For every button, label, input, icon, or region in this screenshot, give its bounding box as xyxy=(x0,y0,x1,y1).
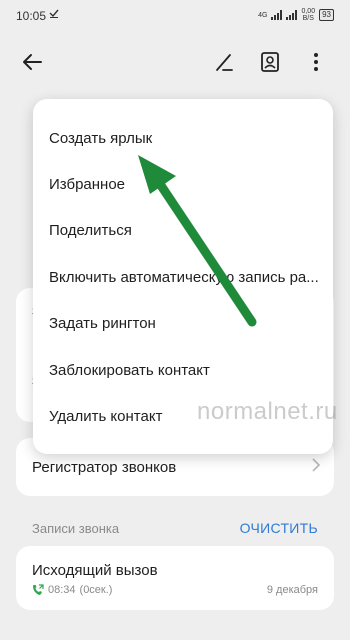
back-button[interactable] xyxy=(14,44,50,80)
menu-item-share[interactable]: Поделиться xyxy=(33,208,333,254)
network-speed-unit: B/S xyxy=(302,15,314,22)
arrow-left-icon xyxy=(23,54,42,70)
chevron-right-icon xyxy=(312,458,321,477)
app-bar xyxy=(0,40,350,84)
signal-icon xyxy=(286,10,298,20)
battery-icon: 93 xyxy=(319,9,334,21)
contact-card-button[interactable] xyxy=(252,44,288,80)
network-type: 4G xyxy=(258,11,268,19)
menu-item-auto-record[interactable]: Включить автоматическую запись ра... xyxy=(33,254,333,300)
watermark: normalnet.ru xyxy=(197,398,338,425)
menu-item-create-shortcut[interactable]: Создать ярлык xyxy=(33,115,333,161)
download-check-icon xyxy=(49,7,59,21)
status-indicators: 4G 0,00 B/S 93 xyxy=(258,8,334,22)
menu-item-block-contact[interactable]: Заблокировать контакт xyxy=(33,347,333,393)
more-options-button[interactable] xyxy=(298,44,334,80)
clear-button[interactable]: ОЧИСТИТЬ xyxy=(240,520,318,536)
menu-item-favorites[interactable]: Избранное xyxy=(33,161,333,207)
edit-icon xyxy=(216,54,233,71)
call-date: 9 декабря xyxy=(266,584,318,596)
signal-icon xyxy=(271,10,283,20)
network-speed-value: 0,00 xyxy=(301,8,316,15)
edit-button[interactable] xyxy=(206,44,242,80)
network-speed: 0,00 B/S xyxy=(301,8,315,22)
call-duration: (0сек.) xyxy=(79,584,113,596)
menu-item-set-ringtone[interactable]: Задать рингтон xyxy=(33,301,333,347)
outgoing-call-icon xyxy=(33,584,44,595)
contact-card-icon xyxy=(261,52,279,72)
call-record-title: Исходящий вызов xyxy=(32,562,158,579)
call-record-item[interactable]: Исходящий вызов 08:34 (0сек.) 9 декабря xyxy=(16,546,334,610)
call-time: 08:34 xyxy=(48,584,76,596)
call-record-meta: 08:34 (0сек.) xyxy=(32,584,112,596)
status-bar: 10:05 4G 0,00 B/S 93 xyxy=(0,0,350,34)
more-vert-icon xyxy=(314,53,318,71)
status-time: 10:05 xyxy=(16,9,47,23)
call-records-title: Записи звонка xyxy=(32,521,120,536)
call-recorder-label: Регистратор звонков xyxy=(32,458,177,476)
